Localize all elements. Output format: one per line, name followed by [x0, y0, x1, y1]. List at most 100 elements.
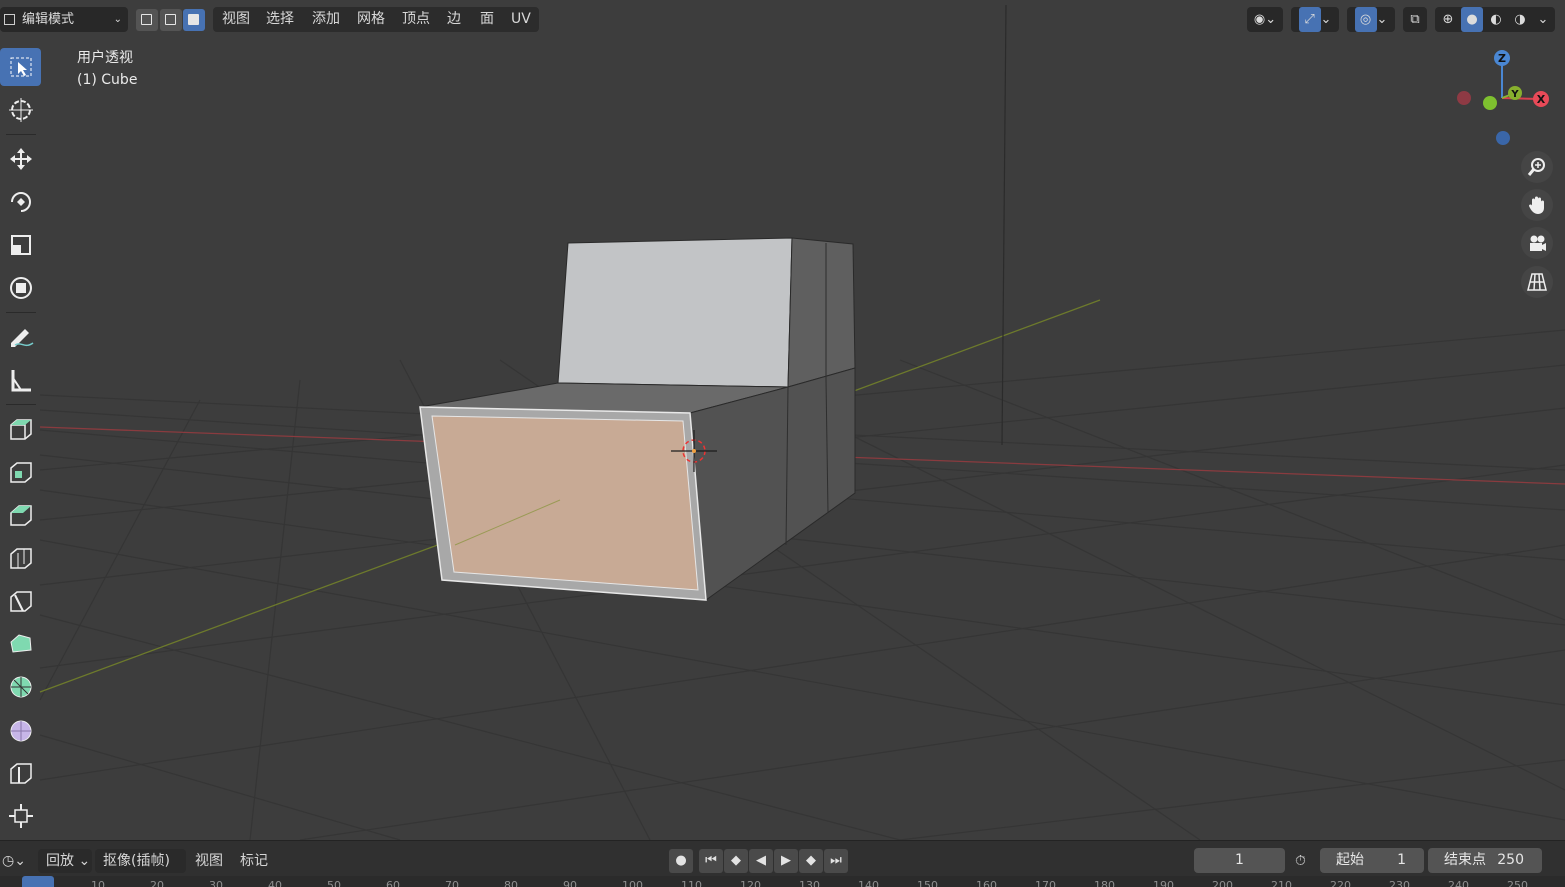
menu-select[interactable]: 选择: [260, 7, 300, 32]
vertex-select-button[interactable]: [136, 9, 158, 31]
transform-tool[interactable]: [0, 269, 41, 307]
cube-mesh[interactable]: [419, 237, 856, 601]
smooth-tool[interactable]: [0, 711, 41, 749]
material-icon[interactable]: ◐: [1485, 7, 1507, 32]
menu-edge[interactable]: 边: [441, 7, 467, 32]
menu-vertex[interactable]: 顶点: [396, 7, 436, 32]
hand-icon: [1529, 196, 1544, 214]
jump-start-button[interactable]: ⏮: [699, 849, 723, 873]
edge-select-icon: [165, 14, 176, 25]
jump-end-button[interactable]: ⏭: [824, 849, 848, 873]
toolbar-divider: [6, 312, 36, 313]
perspective-toggle-button[interactable]: [1521, 266, 1553, 298]
timeline-marker-menu[interactable]: 标记: [240, 849, 268, 873]
move-icon: [9, 148, 32, 170]
inset-tool[interactable]: [0, 453, 41, 491]
annotate-tool[interactable]: [0, 318, 41, 356]
chevron-down-icon[interactable]: ⌄: [1533, 7, 1553, 32]
play-reverse-button[interactable]: ◀: [749, 849, 773, 873]
edit-mode-icon: [4, 14, 15, 25]
mode-label: 编辑模式: [22, 12, 75, 27]
3d-viewport[interactable]: Z Y X 编辑模式 ⌄ 视图 选择 添加 网格 顶点 边 面 UV ◉⌄ ⤢ ⌄…: [0, 0, 1565, 840]
gizmo-z-label: Z: [1498, 52, 1506, 65]
menu-face[interactable]: 面: [474, 7, 500, 32]
gizmo-toggle[interactable]: ⤢ ⌄: [1291, 7, 1339, 32]
edge-select-button[interactable]: [160, 9, 182, 31]
move-tool[interactable]: [0, 140, 41, 178]
chevron-down-icon: ⌄: [78, 853, 91, 869]
pencil-icon: [10, 329, 33, 347]
ruler-icon: [11, 370, 31, 392]
loop-cut-tool[interactable]: [0, 539, 41, 577]
prev-keyframe-button[interactable]: ◆: [724, 849, 748, 873]
zoom-button[interactable]: [1521, 151, 1553, 183]
bevel-tool[interactable]: [0, 496, 41, 534]
menu-add[interactable]: 添加: [306, 7, 346, 32]
shrink-tool[interactable]: [0, 797, 41, 835]
bevel-icon: [9, 505, 32, 526]
overlay-toggle[interactable]: ◎ ⌄: [1347, 7, 1395, 32]
next-keyframe-button[interactable]: ◆: [799, 849, 823, 873]
poly-build-icon: [9, 634, 32, 653]
toolbar-divider: [6, 134, 36, 135]
play-reverse-icon: ◀: [756, 853, 766, 868]
select-box-tool[interactable]: [0, 48, 41, 86]
shading-modes[interactable]: ⊕ ● ◐ ◑ ⌄: [1435, 7, 1555, 32]
ruler-tick: 200: [1212, 879, 1233, 887]
toolbar-divider: [6, 404, 36, 405]
ruler-tick: 30: [209, 879, 223, 887]
menu-view[interactable]: 视图: [216, 7, 256, 32]
wireframe-icon[interactable]: ⊕: [1437, 7, 1459, 32]
inset-icon: [9, 462, 32, 483]
ruler-tick: 90: [563, 879, 577, 887]
select-box-icon: [10, 57, 31, 77]
rotate-icon: [10, 192, 31, 212]
mode-dropdown[interactable]: 编辑模式 ⌄: [0, 7, 128, 32]
ruler-tick: 230: [1389, 879, 1410, 887]
extrude-tool[interactable]: [0, 410, 41, 448]
keying-dropdown[interactable]: 抠像(插帧) ⌄: [95, 849, 186, 887]
editor-type-dropdown[interactable]: ◷⌄: [2, 849, 32, 873]
scale-tool[interactable]: [0, 226, 41, 264]
scene-canvas[interactable]: Z Y X: [0, 0, 1565, 840]
record-button[interactable]: ●: [669, 849, 693, 873]
navigation-gizmo[interactable]: Z Y X: [1457, 50, 1549, 145]
face-select-button[interactable]: [183, 9, 205, 31]
ruler-tick: 180: [1094, 879, 1115, 887]
menu-mesh[interactable]: 网格: [351, 7, 391, 32]
camera-view-button[interactable]: [1521, 227, 1553, 259]
current-frame-field[interactable]: 1: [1194, 848, 1285, 873]
extrude-icon: [9, 419, 32, 440]
spin-tool[interactable]: [0, 668, 41, 706]
poly-build-tool[interactable]: [0, 625, 41, 663]
ruler-tick: 60: [386, 879, 400, 887]
knife-icon: [9, 591, 32, 612]
start-frame-field[interactable]: 起始 1: [1320, 848, 1424, 873]
ruler-tick: 70: [445, 879, 459, 887]
cursor-tool[interactable]: [0, 91, 41, 129]
gizmo-x-label: X: [1537, 93, 1546, 106]
edge-slide-tool[interactable]: [0, 754, 41, 792]
knife-tool[interactable]: [0, 582, 41, 620]
current-frame-indicator[interactable]: [22, 876, 54, 887]
ruler-tick: 210: [1271, 879, 1292, 887]
measure-tool[interactable]: [0, 361, 41, 399]
menu-uv[interactable]: UV: [505, 7, 537, 32]
rotate-tool[interactable]: [0, 183, 41, 221]
stopwatch-icon[interactable]: ⏱: [1295, 849, 1315, 873]
frame-ruler[interactable]: 1102030405060708090100110120130140150160…: [0, 876, 1565, 887]
rendered-icon[interactable]: ◑: [1509, 7, 1531, 32]
pan-button[interactable]: [1521, 189, 1553, 221]
edge-slide-icon: [9, 763, 32, 784]
visibility-dropdown[interactable]: ◉⌄: [1247, 7, 1283, 32]
xray-toggle[interactable]: ⧉: [1403, 7, 1427, 32]
timeline-view-menu[interactable]: 视图: [195, 849, 223, 873]
end-frame-field[interactable]: 结束点 250: [1428, 848, 1542, 873]
solid-icon[interactable]: ●: [1461, 7, 1483, 32]
play-button[interactable]: ▶: [774, 849, 798, 873]
smooth-icon: [10, 720, 31, 742]
keying-label: 抠像(插帧): [103, 853, 170, 869]
playback-dropdown[interactable]: 回放 ⌄: [38, 849, 92, 873]
ruler-tick: 40: [268, 879, 282, 887]
chevron-down-icon: ⌄: [113, 14, 122, 25]
